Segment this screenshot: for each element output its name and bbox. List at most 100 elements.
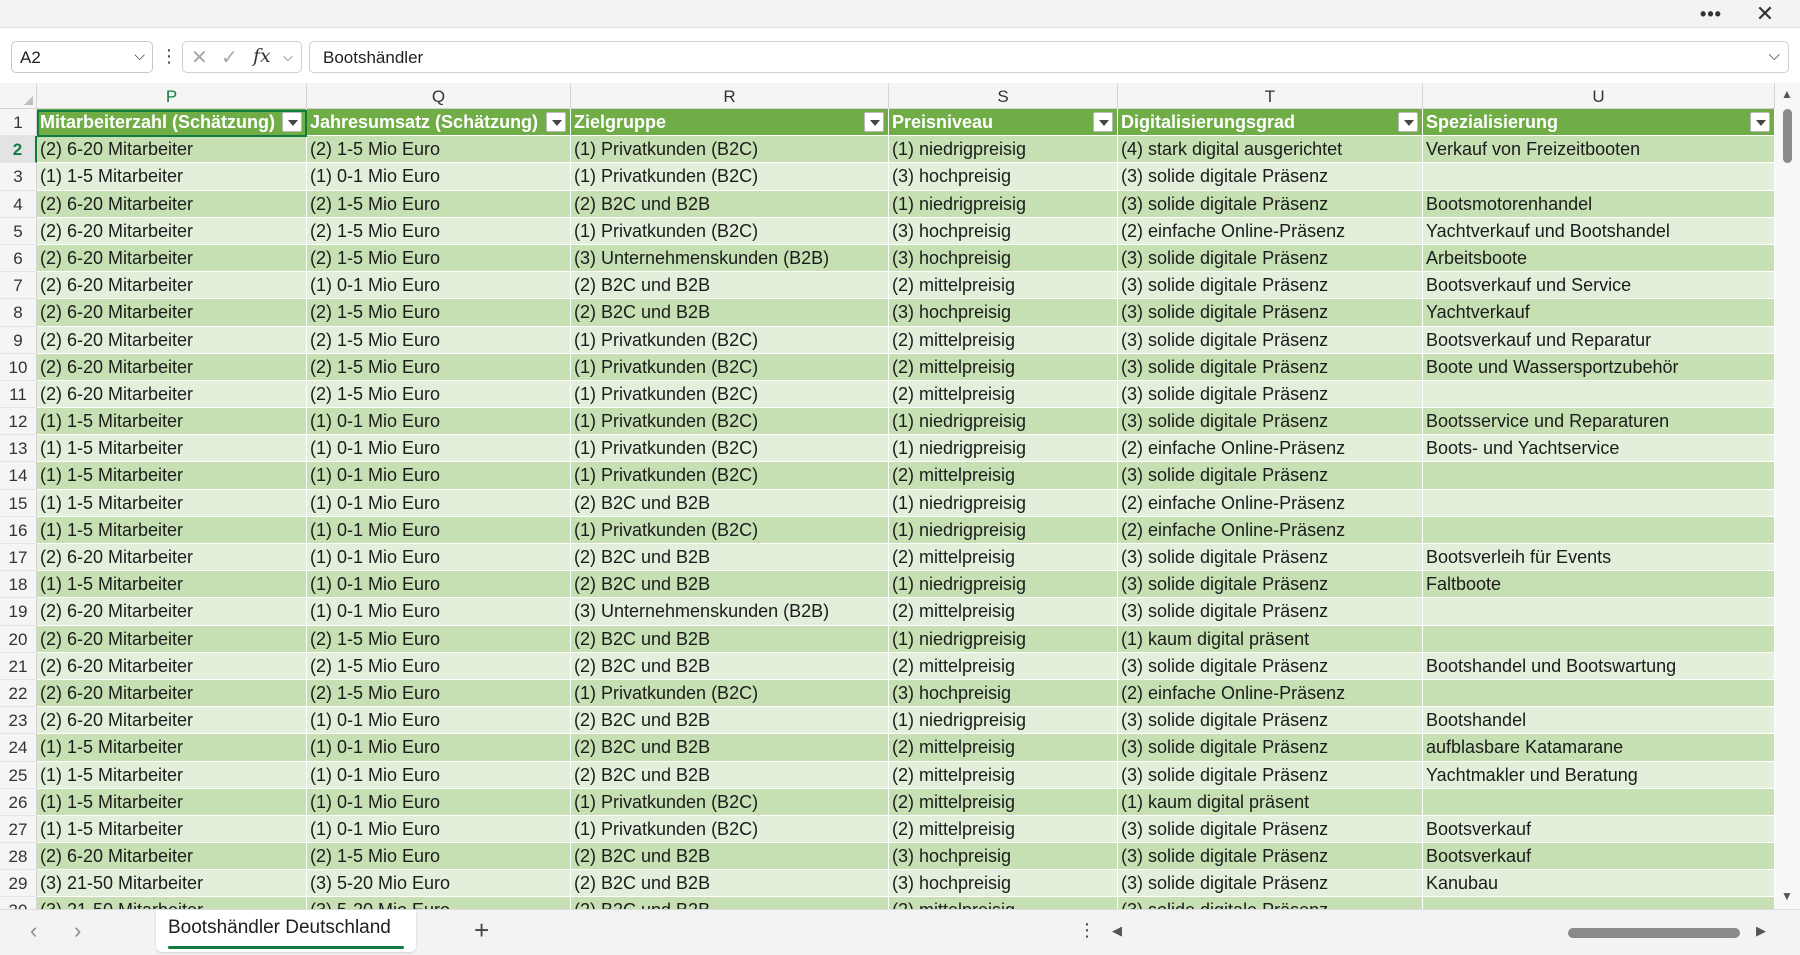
table-cell[interactable]: (1) niedrigpreisig [889, 190, 1118, 218]
table-cell[interactable]: (1) niedrigpreisig [889, 571, 1118, 599]
table-cell[interactable]: (2) einfache Online-Präsenz [1118, 217, 1423, 245]
table-cell[interactable]: (3) 5-20 Mio Euro [307, 897, 571, 909]
column-header-t[interactable]: T [1118, 83, 1423, 109]
table-cell[interactable]: Arbeitsboote [1423, 244, 1775, 273]
table-cell[interactable]: (2) 6-20 Mitarbeiter [37, 843, 307, 871]
table-cell[interactable]: (1) 1-5 Mitarbeiter [37, 408, 307, 436]
table-cell[interactable]: (1) Privatkunden (B2C) [571, 136, 889, 164]
table-cell[interactable]: (3) solide digitale Präsenz [1118, 571, 1423, 599]
table-cell[interactable]: (3) 5-20 Mio Euro [307, 870, 571, 898]
add-sheet-button[interactable]: + [474, 915, 489, 946]
table-cell[interactable]: (2) B2C und B2B [571, 870, 889, 898]
row-header[interactable]: 29 [0, 870, 37, 898]
table-cell[interactable]: (1) 1-5 Mitarbeiter [37, 761, 307, 789]
table-cell[interactable]: (2) 1-5 Mio Euro [307, 652, 571, 680]
confirm-icon[interactable]: ✓ [221, 45, 238, 70]
table-cell[interactable]: (1) 0-1 Mio Euro [307, 272, 571, 300]
table-cell[interactable]: (2) mittelpreisig [889, 652, 1118, 680]
table-cell[interactable]: Verkauf von Freizeitbooten [1423, 136, 1775, 164]
row-header[interactable]: 26 [0, 788, 37, 816]
table-cell[interactable]: Yachtverkauf und Bootshandel [1423, 217, 1775, 245]
insert-function-button[interactable]: fx [253, 45, 271, 67]
table-cell[interactable]: (1) 1-5 Mitarbeiter [37, 571, 307, 599]
chevron-down-icon[interactable]: ⌵ [283, 49, 293, 65]
sheet-tab-active[interactable]: Bootshändler Deutschland [156, 910, 416, 952]
table-cell[interactable]: (2) mittelpreisig [889, 815, 1118, 844]
table-cell[interactable] [1423, 462, 1775, 490]
table-cell[interactable]: Boots- und Yachtservice [1423, 435, 1775, 463]
table-cell[interactable] [1423, 598, 1775, 626]
row-header[interactable]: 20 [0, 625, 37, 653]
table-cell[interactable]: (1) 0-1 Mio Euro [307, 516, 571, 544]
column-header-u[interactable]: U [1423, 83, 1775, 109]
scrollbar-thumb[interactable] [1783, 109, 1792, 163]
table-cell[interactable]: (3) hochpreisig [889, 244, 1118, 273]
table-cell[interactable]: (2) 1-5 Mio Euro [307, 190, 571, 218]
table-cell[interactable]: (2) 6-20 Mitarbeiter [37, 380, 307, 409]
row-header[interactable]: 6 [0, 244, 37, 273]
table-cell[interactable]: (1) 1-5 Mitarbeiter [37, 788, 307, 816]
table-cell[interactable]: (1) Privatkunden (B2C) [571, 326, 889, 354]
table-cell[interactable]: (1) 0-1 Mio Euro [307, 707, 571, 735]
table-cell[interactable]: (2) B2C und B2B [571, 571, 889, 599]
column-header-r[interactable]: R [571, 83, 889, 109]
table-cell[interactable]: (2) 6-20 Mitarbeiter [37, 326, 307, 354]
table-cell[interactable]: (3) solide digitale Präsenz [1118, 734, 1423, 762]
table-cell[interactable]: (3) solide digitale Präsenz [1118, 652, 1423, 680]
row-header[interactable]: 9 [0, 326, 37, 354]
table-cell[interactable]: (2) B2C und B2B [571, 190, 889, 218]
table-cell[interactable]: (1) Privatkunden (B2C) [571, 353, 889, 381]
table-cell[interactable]: (3) hochpreisig [889, 679, 1118, 708]
table-cell[interactable]: (1) niedrigpreisig [889, 625, 1118, 653]
table-cell[interactable]: (1) 1-5 Mitarbeiter [37, 815, 307, 844]
table-cell[interactable]: (3) solide digitale Präsenz [1118, 408, 1423, 436]
table-cell[interactable]: (2) 1-5 Mio Euro [307, 843, 571, 871]
expand-formula-icon[interactable]: ⌵ [1769, 47, 1780, 64]
table-cell[interactable]: (2) mittelpreisig [889, 734, 1118, 762]
row-header[interactable]: 22 [0, 679, 37, 708]
select-all-button[interactable] [0, 83, 37, 109]
table-cell[interactable]: (3) solide digitale Präsenz [1118, 897, 1423, 909]
table-cell[interactable]: (3) solide digitale Präsenz [1118, 707, 1423, 735]
table-cell[interactable]: Faltboote [1423, 571, 1775, 599]
table-cell[interactable]: (1) kaum digital präsent [1118, 788, 1423, 816]
table-cell[interactable]: (2) mittelpreisig [889, 544, 1118, 572]
scroll-down-icon[interactable]: ▼ [1781, 889, 1793, 903]
table-cell[interactable]: (1) Privatkunden (B2C) [571, 380, 889, 409]
table-cell[interactable]: (2) 6-20 Mitarbeiter [37, 598, 307, 626]
table-cell[interactable]: (1) niedrigpreisig [889, 408, 1118, 436]
more-options-icon[interactable]: ••• [1688, 0, 1734, 28]
table-cell[interactable]: (2) einfache Online-Präsenz [1118, 489, 1423, 517]
table-cell[interactable]: (2) 1-5 Mio Euro [307, 299, 571, 327]
table-cell[interactable] [1423, 679, 1775, 708]
table-cell[interactable]: (1) kaum digital präsent [1118, 625, 1423, 653]
table-cell[interactable]: Bootsverleih für Events [1423, 544, 1775, 572]
table-cell[interactable]: Yachtverkauf [1423, 299, 1775, 327]
table-cell[interactable]: (1) 0-1 Mio Euro [307, 734, 571, 762]
row-header[interactable]: 8 [0, 299, 37, 327]
header-cell[interactable]: Mitarbeiterzahl (Schätzung) [37, 109, 307, 137]
table-cell[interactable] [1423, 380, 1775, 409]
table-cell[interactable]: (2) 6-20 Mitarbeiter [37, 217, 307, 245]
column-header-q[interactable]: Q [307, 83, 571, 109]
table-cell[interactable]: (1) 0-1 Mio Euro [307, 815, 571, 844]
column-header-s[interactable]: S [889, 83, 1118, 109]
table-cell[interactable]: (2) 6-20 Mitarbeiter [37, 652, 307, 680]
table-cell[interactable]: (2) B2C und B2B [571, 761, 889, 789]
chevron-right-icon[interactable]: › [74, 918, 81, 944]
table-cell[interactable]: (1) 0-1 Mio Euro [307, 408, 571, 436]
horizontal-scrollbar-thumb[interactable] [1568, 928, 1740, 938]
row-header[interactable]: 2 [0, 136, 37, 164]
table-cell[interactable]: (3) hochpreisig [889, 163, 1118, 191]
formula-input[interactable]: Bootshändler ⌵ [309, 41, 1789, 73]
table-cell[interactable]: (2) 6-20 Mitarbeiter [37, 299, 307, 327]
table-cell[interactable]: (2) 6-20 Mitarbeiter [37, 272, 307, 300]
row-header[interactable]: 14 [0, 462, 37, 490]
table-cell[interactable]: (1) 0-1 Mio Euro [307, 435, 571, 463]
table-cell[interactable]: (2) B2C und B2B [571, 272, 889, 300]
table-cell[interactable]: (3) solide digitale Präsenz [1118, 190, 1423, 218]
table-cell[interactable]: (1) 1-5 Mitarbeiter [37, 734, 307, 762]
row-header[interactable]: 30 [0, 897, 37, 909]
table-cell[interactable]: (1) niedrigpreisig [889, 136, 1118, 164]
table-cell[interactable] [1423, 516, 1775, 544]
